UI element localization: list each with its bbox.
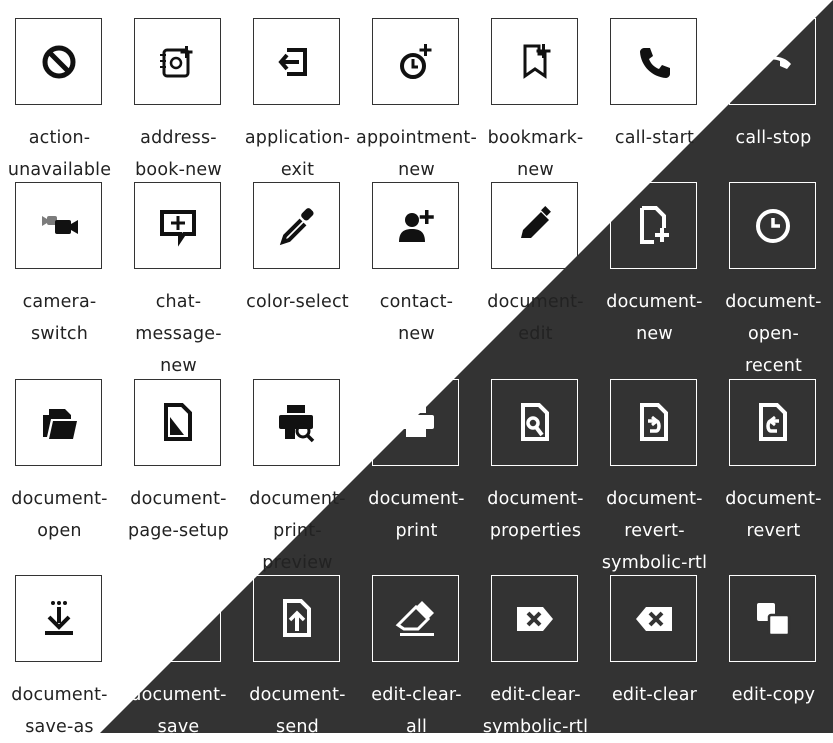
icon-label: document- properties [487,489,584,541]
icon-label: address- book-new [135,128,222,180]
icon-label: action- unavailable [7,128,112,180]
icon-label: camera- switch [22,292,97,344]
icon-label: document- print- preview [249,489,346,573]
icon-label: document- save-as [11,685,108,737]
icon-tile [610,18,697,105]
icon-label: edit-clear [611,685,698,705]
icon-label: contact- new [379,292,454,344]
icon-tile [372,18,459,105]
document-open-recent-icon [755,208,790,243]
icon-label: document- print [368,489,465,541]
document-send-icon [282,598,311,637]
icon-tile [729,182,816,269]
edit-copy-icon [756,602,790,636]
icon-label: appointment- new [356,128,477,180]
document-page-setup-icon [163,402,192,441]
document-save-as-icon [44,600,73,635]
icon-tile [491,18,578,105]
document-revert-rtl-icon [639,402,668,441]
address-book-new-icon [159,45,192,77]
edit-clear-rtl-icon [516,606,553,631]
icon-tile [372,575,459,662]
document-print-icon [397,404,434,437]
icon-tile [134,182,221,269]
document-edit-icon [520,205,551,238]
icon-label: document- new [606,292,703,344]
icon-label: edit-copy [731,685,816,705]
icon-grid: action- unavailable address- book-new appl… [0,0,833,737]
icon-label: call-start [614,128,695,148]
icon-label: bookmark- new [487,128,584,180]
contact-new-icon [398,209,434,242]
icon-label: document- save [130,685,227,737]
icon-tile [253,379,340,466]
document-open-icon [42,408,77,439]
icon-tile [491,379,578,466]
icon-tile [134,575,221,662]
call-stop-icon [754,56,791,69]
icon-label: document- open [11,489,108,541]
document-save-icon [163,602,192,635]
icon-tile [491,182,578,269]
icon-tile [15,575,102,662]
icon-tile [253,18,340,105]
icon-tile [253,575,340,662]
bookmark-new-icon [523,43,550,79]
icon-tile [15,182,102,269]
icon-label: document- open- recent [725,292,822,376]
icon-label: call-stop [735,128,812,148]
chat-message-new-icon [159,209,196,247]
icon-tile [15,379,102,466]
icon-tile [729,379,816,466]
icon-tile [253,182,340,269]
edit-clear-icon [635,606,672,631]
icon-tile [372,182,459,269]
appointment-new-icon [399,43,431,79]
icon-tile [134,379,221,466]
document-revert-icon [758,402,787,441]
camera-switch-icon [41,215,78,234]
icon-tile [610,575,697,662]
icon-tile [134,18,221,105]
icon-label: color-select [246,292,349,312]
color-select-icon [279,207,314,245]
icon-label: document- revert- symbolic-rtl [601,489,708,573]
icon-label: document- send [249,685,346,737]
edit-clear-all-icon [395,600,434,636]
icon-label: edit-clear- symbolic-rtl [482,685,589,737]
icon-label: application- exit [244,128,351,180]
icon-label: document- revert [725,489,822,541]
icon-tile [372,379,459,466]
icon-label: chat- message- new [135,292,222,376]
icon-label: edit-clear- all [371,685,462,737]
icon-tile [610,379,697,466]
icon-label: document- edit [487,292,584,344]
icon-tile [729,18,816,105]
document-print-preview-icon [278,404,314,442]
call-start-icon [639,47,670,78]
document-properties-icon [520,402,549,441]
icon-label: document- page-setup [128,489,229,541]
icon-tile [15,18,102,105]
icon-tile [610,182,697,269]
icon-tile [729,575,816,662]
icon-tile [491,575,578,662]
application-exit-icon [277,47,307,76]
document-new-icon [639,205,669,244]
action-unavailable-icon [42,45,75,78]
